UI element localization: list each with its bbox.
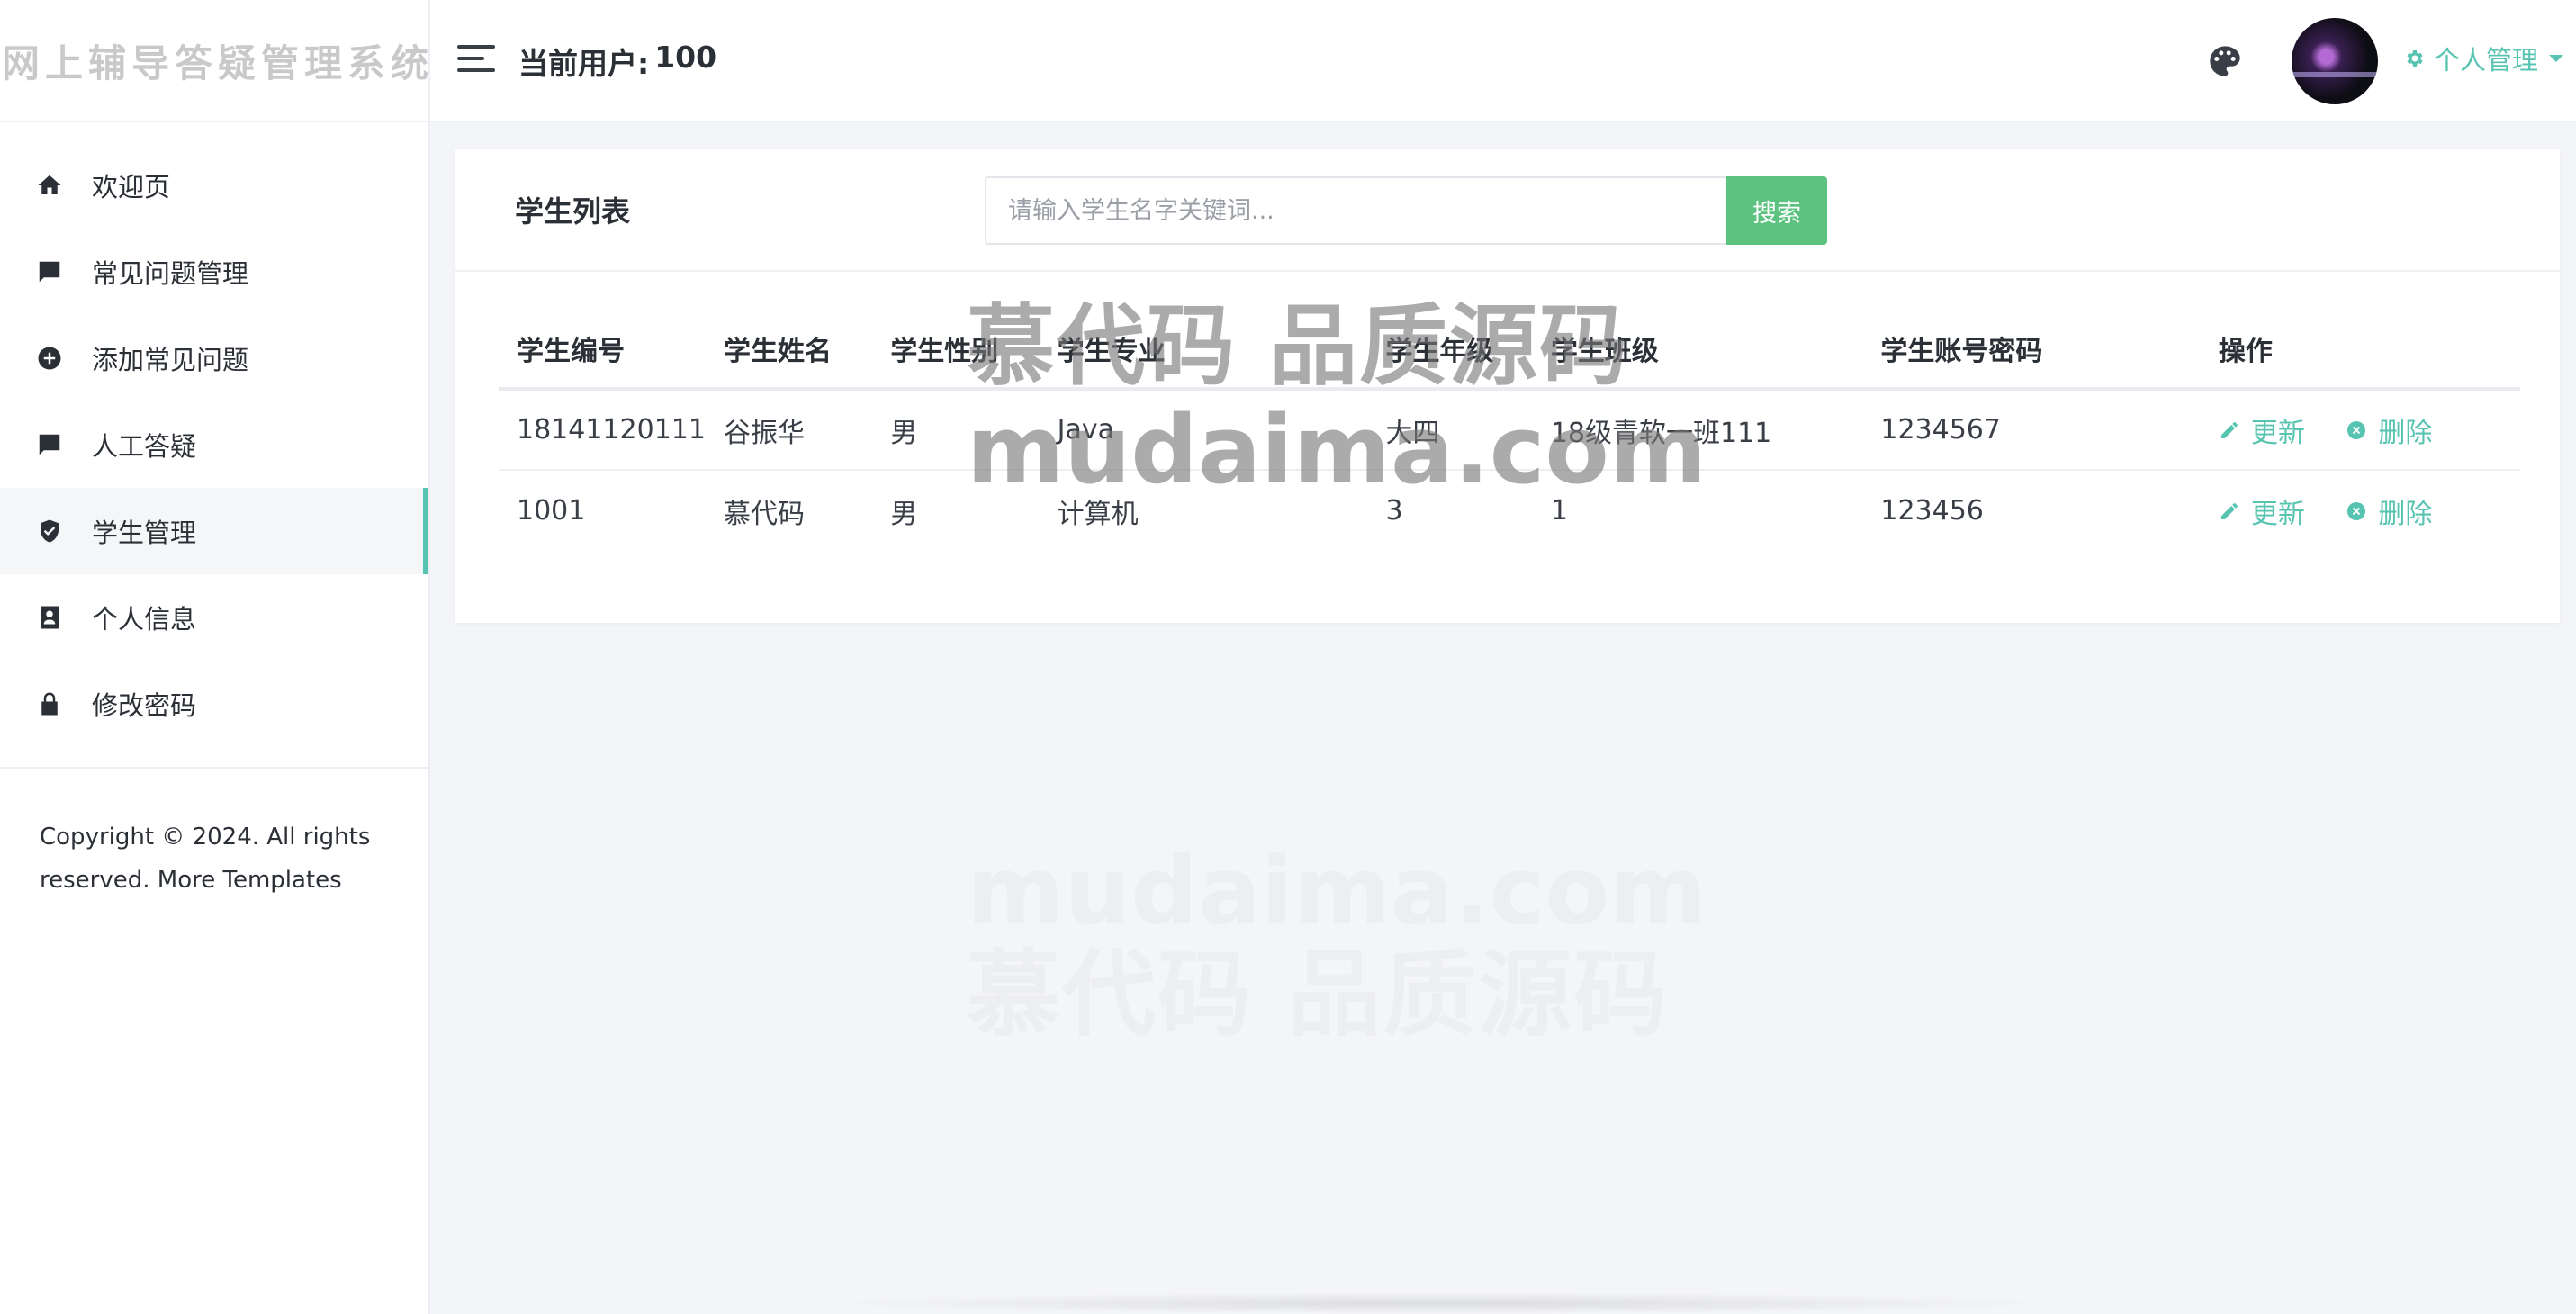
sidebar-item-add-faq[interactable]: 添加常见问题 (0, 315, 428, 401)
sidebar-item-label: 欢迎页 (92, 172, 171, 202)
pencil-icon (2220, 421, 2238, 438)
cell-student-id: 1001 (517, 495, 586, 526)
student-list-card: 学生列表 搜索 学生编号 学生姓名 学生性别 学生专业 学生年级 学生班级 学生… (455, 149, 2560, 623)
lock-icon (34, 688, 65, 719)
delete-button[interactable]: 删除 (2346, 491, 2432, 531)
search-input[interactable] (985, 176, 1726, 245)
cell-student-name: 慕代码 (723, 498, 805, 530)
cell-student-gender: 男 (890, 498, 918, 530)
cell-student-major: 计算机 (1057, 498, 1139, 530)
column-header: 学生编号 (499, 310, 706, 391)
sidebar-item-personal-info[interactable]: 个人信息 (0, 574, 428, 661)
update-label: 更新 (2250, 498, 2305, 530)
column-header: 操作 (2200, 310, 2520, 391)
sidebar-item-manual-answer[interactable]: 人工答疑 (0, 401, 428, 488)
chevron-down-icon (2549, 55, 2564, 62)
watermark-faint: mudaima.com 慕代码 品质源码 (967, 837, 1707, 1044)
page-title: 学生列表 (515, 194, 631, 229)
watermark-faint-line-1: mudaima.com (967, 836, 1707, 946)
sidebar-item-change-password[interactable]: 修改密码 (0, 661, 428, 747)
delete-button[interactable]: 删除 (2346, 410, 2432, 450)
sidebar-item-welcome[interactable]: 欢迎页 (0, 142, 428, 229)
student-table: 学生编号 学生姓名 学生性别 学生专业 学生年级 学生班级 学生账号密码 操作 … (499, 310, 2520, 551)
menu-toggle-icon[interactable] (457, 45, 495, 76)
search-button[interactable]: 搜索 (1726, 176, 1827, 245)
avatar[interactable] (2292, 18, 2378, 104)
table-row: 18141120111 谷振华 男 Java 大四 18级青软一班111 123… (499, 389, 2520, 471)
home-icon (34, 170, 65, 201)
sidebar-item-label: 个人信息 (92, 604, 197, 634)
update-label: 更新 (2250, 417, 2305, 449)
delete-label: 删除 (2378, 417, 2433, 449)
column-header: 学生专业 (1039, 310, 1368, 391)
bottom-shadow (810, 1292, 2070, 1314)
card-header: 学生列表 搜索 (455, 149, 2560, 272)
sidebar: 网上辅导答疑管理系统 欢迎页 常见问题管理 添加常见问题 人工答疑 学生管理 个… (0, 0, 430, 1314)
sidebar-item-label: 学生管理 (92, 518, 197, 548)
sidebar-item-label: 添加常见问题 (92, 345, 249, 375)
close-circle-icon (2347, 501, 2366, 520)
current-user-label: 当前用户: (518, 46, 650, 81)
column-header: 学生班级 (1532, 310, 1863, 391)
app-brand-title: 网上辅导答疑管理系统 (0, 0, 428, 122)
sidebar-divider (0, 767, 428, 769)
column-header: 学生账号密码 (1862, 310, 2201, 391)
cell-student-grade: 大四 (1367, 389, 1533, 471)
current-user: 当前用户: 100 (518, 40, 716, 83)
contact-card-icon (34, 602, 65, 633)
table-row: 1001 慕代码 男 计算机 3 1 123456 更新 删除 (499, 470, 2520, 551)
sidebar-item-label: 常见问题管理 (92, 258, 249, 289)
copyright-text: Copyright © 2024. All rights reserved. M… (40, 824, 371, 894)
pencil-icon (2220, 502, 2238, 519)
cell-actions: 更新 删除 (2201, 470, 2520, 551)
current-user-value: 100 (654, 40, 717, 75)
shield-check-icon (34, 516, 65, 546)
gear-icon (2407, 50, 2423, 67)
cell-student-gender: 男 (872, 389, 1040, 471)
personal-management-dropdown[interactable]: 个人管理 (2403, 40, 2564, 77)
top-header: 当前用户: 100 个人管理 (430, 0, 2576, 122)
cell-student-name: 谷振华 (705, 389, 873, 471)
palette-icon[interactable] (2207, 43, 2243, 79)
sidebar-item-label: 修改密码 (92, 690, 197, 721)
update-button[interactable]: 更新 (2219, 410, 2305, 450)
cell-student-class: 1 (1550, 495, 1568, 526)
sidebar-item-faq-management[interactable]: 常见问题管理 (0, 229, 428, 315)
update-button[interactable]: 更新 (2219, 491, 2305, 531)
column-header: 学生性别 (872, 310, 1040, 391)
cell-student-major: Java (1039, 389, 1368, 471)
cell-student-password: 123456 (1880, 495, 1984, 526)
personal-menu-label: 个人管理 (2434, 45, 2539, 76)
column-header: 学生年级 (1367, 310, 1533, 391)
cell-student-id: 18141120111 (499, 389, 706, 471)
watermark-faint-line-2: 慕代码 品质源码 (967, 940, 1670, 1049)
cell-student-class: 18级青软一班111 (1532, 389, 1863, 471)
sidebar-item-label: 人工答疑 (92, 431, 197, 462)
cell-student-grade: 3 (1385, 495, 1403, 526)
table-header-row: 学生编号 学生姓名 学生性别 学生专业 学生年级 学生班级 学生账号密码 操作 (499, 310, 2520, 391)
close-circle-icon (2347, 420, 2366, 439)
sidebar-nav: 欢迎页 常见问题管理 添加常见问题 人工答疑 学生管理 个人信息 修改密码 (0, 122, 428, 747)
sidebar-item-student-management[interactable]: 学生管理 (0, 488, 428, 574)
chat-icon (34, 256, 65, 287)
column-header: 学生姓名 (705, 310, 873, 391)
feedback-icon (34, 429, 65, 460)
delete-label: 删除 (2378, 498, 2433, 530)
plus-circle-icon (34, 343, 65, 374)
cell-actions: 更新 删除 (2200, 389, 2520, 471)
cell-student-password: 1234567 (1862, 389, 2201, 471)
